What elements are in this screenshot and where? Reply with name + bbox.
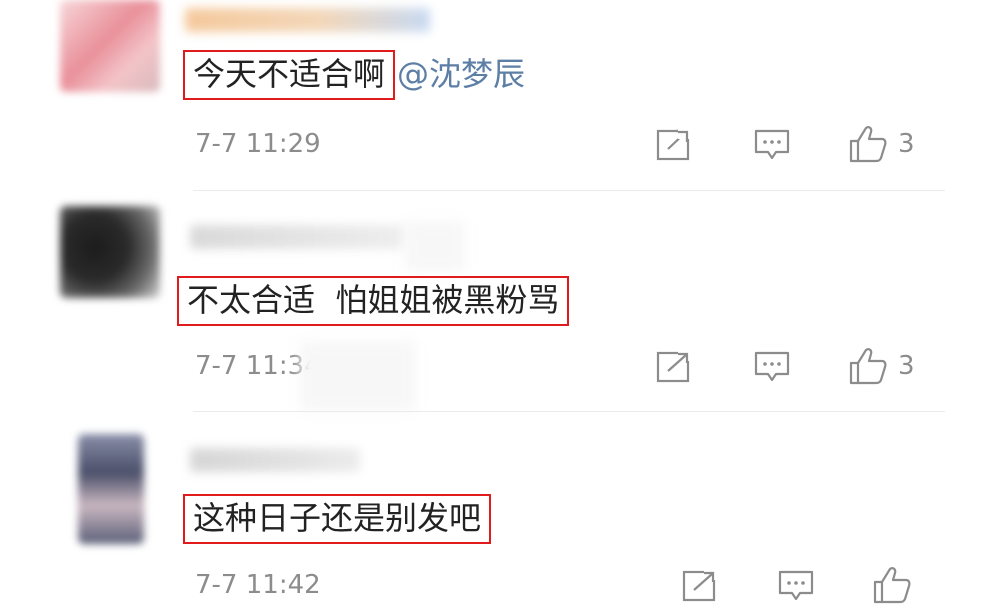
like-button[interactable] [872, 565, 922, 605]
comment-text: 今天不适合啊 @沈梦辰 [183, 50, 525, 100]
blurred-overlay [405, 221, 465, 271]
comment-timestamp: 7-7 11:29 [195, 129, 321, 159]
comment-item: 这种日子还是别发吧 7-7 11:42 [0, 412, 1000, 614]
comment-text: 这种日子还是别发吧 [183, 494, 492, 544]
avatar[interactable] [60, 0, 160, 92]
comment-icon [754, 129, 790, 160]
thumbs-up-icon [849, 348, 887, 385]
comment-button[interactable] [753, 350, 791, 384]
thumbs-up-icon [873, 567, 911, 604]
highlighted-comment-text: 这种日子还是别发吧 [183, 494, 492, 544]
comment-button[interactable] [753, 128, 791, 162]
blurred-overlay [300, 341, 415, 411]
comment-icon [778, 570, 814, 601]
like-count: 3 [898, 351, 915, 381]
highlighted-comment-text: 今天不适合啊 [183, 50, 396, 100]
like-count: 3 [898, 129, 915, 159]
avatar[interactable] [78, 434, 144, 544]
comment-text: 不太合适 怕姐姐被黑粉骂 [177, 276, 570, 326]
comment-icon [754, 351, 790, 382]
username[interactable] [185, 8, 430, 32]
share-button[interactable] [656, 349, 692, 383]
share-icon [656, 349, 692, 383]
thumbs-up-icon [849, 126, 887, 163]
username[interactable] [190, 448, 360, 472]
comment-list: 今天不适合啊 @沈梦辰 7-7 11:29 3 不太合适 怕姐姐被黑粉骂 7-7… [0, 0, 1000, 614]
like-button[interactable]: 3 [848, 346, 915, 386]
comment-item: 今天不适合啊 @沈梦辰 7-7 11:29 3 [0, 0, 1000, 190]
share-icon [656, 127, 692, 161]
comment-item: 不太合适 怕姐姐被黑粉骂 7-7 11:34 3 [0, 191, 1000, 411]
comment-timestamp: 7-7 11:42 [195, 570, 321, 600]
share-button[interactable] [656, 127, 692, 161]
share-icon [682, 568, 718, 602]
like-button[interactable]: 3 [848, 124, 915, 164]
username[interactable] [190, 225, 405, 249]
user-mention-link[interactable]: @沈梦辰 [397, 55, 525, 93]
avatar[interactable] [60, 206, 160, 298]
highlighted-comment-text: 不太合适 怕姐姐被黑粉骂 [177, 276, 570, 326]
share-button[interactable] [682, 568, 718, 602]
comment-button[interactable] [777, 569, 815, 603]
